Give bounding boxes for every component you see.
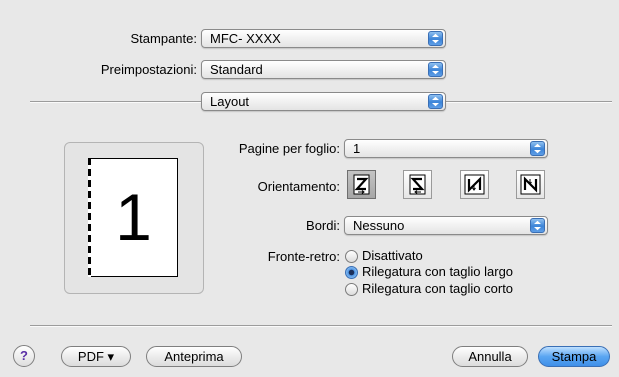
pages-per-sheet-label: Pagine per foglio: bbox=[238, 141, 340, 156]
presets-value: Standard bbox=[210, 62, 263, 77]
help-button[interactable]: ? bbox=[13, 345, 35, 367]
presets-popup[interactable]: Standard bbox=[201, 60, 446, 79]
popup-arrows-icon bbox=[530, 218, 545, 233]
orientation-reverse-n-button[interactable] bbox=[516, 170, 545, 199]
duplex-short-edge-label[interactable]: Rilegatura con taglio corto bbox=[362, 281, 513, 296]
popup-arrows-icon bbox=[530, 141, 545, 156]
panel-separator-right bbox=[446, 101, 612, 103]
footer-separator bbox=[30, 325, 612, 327]
preview-button[interactable]: Anteprima bbox=[146, 346, 242, 367]
printer-popup[interactable]: MFC- XXXX bbox=[201, 29, 446, 48]
n-order-icon bbox=[464, 174, 485, 195]
print-button[interactable]: Stampa bbox=[538, 346, 610, 367]
duplex-long-edge-radio[interactable] bbox=[345, 266, 358, 279]
popup-arrows-icon bbox=[428, 62, 443, 77]
page-preview-number: 1 bbox=[115, 180, 152, 254]
orientation-label: Orientamento: bbox=[257, 179, 340, 194]
printer-label: Stampante: bbox=[130, 31, 198, 46]
reverse-n-order-icon bbox=[520, 174, 541, 195]
panel-popup[interactable]: Layout bbox=[201, 92, 446, 111]
popup-arrows-icon bbox=[428, 94, 443, 109]
duplex-long-edge-label[interactable]: Rilegatura con taglio largo bbox=[362, 264, 513, 279]
printer-value: MFC- XXXX bbox=[210, 31, 281, 46]
z-order-icon bbox=[353, 174, 370, 195]
presets-label: Preimpostazioni: bbox=[100, 62, 197, 77]
panel-separator-left bbox=[30, 101, 201, 103]
duplex-off-label[interactable]: Disattivato bbox=[362, 248, 423, 263]
popup-arrows-icon bbox=[428, 31, 443, 46]
pages-per-sheet-popup[interactable]: 1 bbox=[344, 139, 548, 158]
reverse-z-order-icon bbox=[409, 174, 426, 195]
orientation-reverse-z-button[interactable] bbox=[403, 170, 432, 199]
pdf-menu-button[interactable]: PDF ▾ bbox=[61, 346, 131, 367]
duplex-label: Fronte-retro: bbox=[267, 249, 340, 264]
pages-per-sheet-value: 1 bbox=[353, 141, 361, 156]
orientation-z-button[interactable] bbox=[347, 170, 376, 199]
border-popup[interactable]: Nessuno bbox=[344, 216, 548, 235]
panel-value: Layout bbox=[210, 94, 250, 109]
duplex-short-edge-radio[interactable] bbox=[345, 283, 358, 296]
page-preview: 1 bbox=[88, 158, 178, 277]
border-value: Nessuno bbox=[353, 218, 405, 233]
cancel-button[interactable]: Annulla bbox=[452, 346, 528, 367]
duplex-off-radio[interactable] bbox=[345, 250, 358, 263]
border-label: Bordi: bbox=[306, 218, 340, 233]
orientation-n-button[interactable] bbox=[460, 170, 489, 199]
